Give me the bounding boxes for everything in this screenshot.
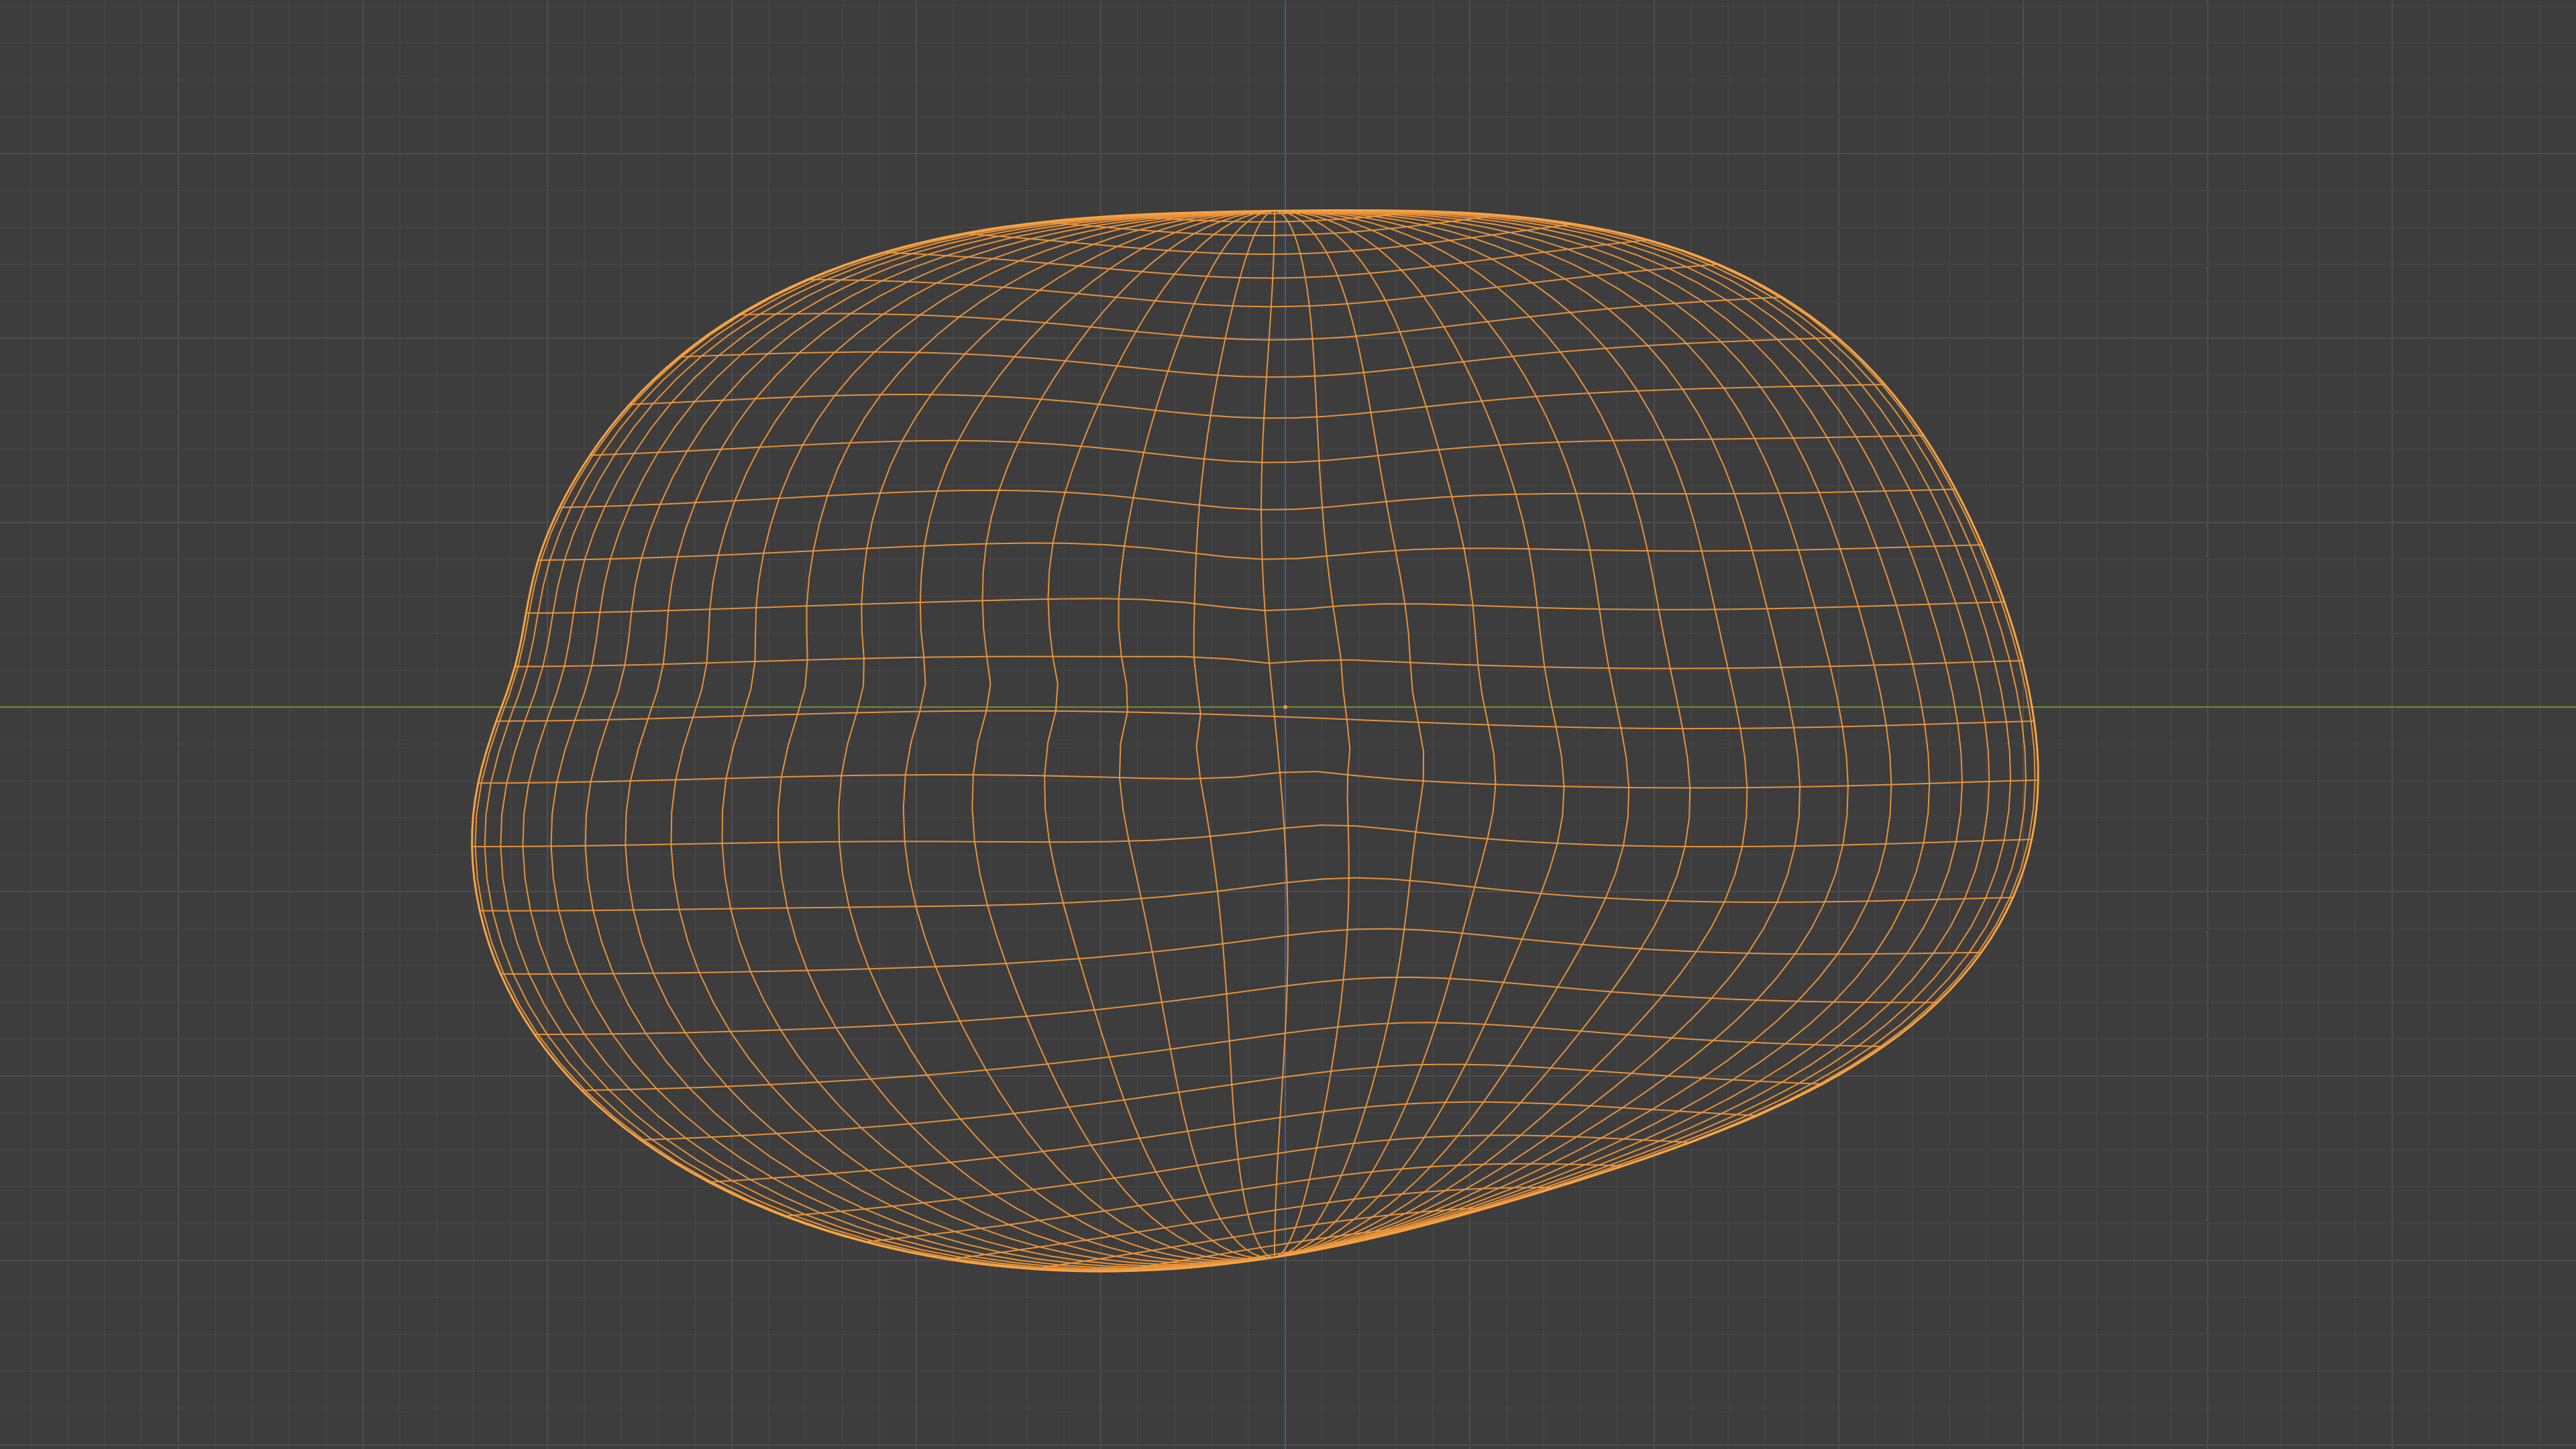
object-origin-dot xyxy=(1283,705,1287,709)
viewport-background xyxy=(0,0,2576,1449)
viewport-canvas[interactable] xyxy=(0,0,2576,1449)
3d-viewport[interactable] xyxy=(0,0,2576,1449)
